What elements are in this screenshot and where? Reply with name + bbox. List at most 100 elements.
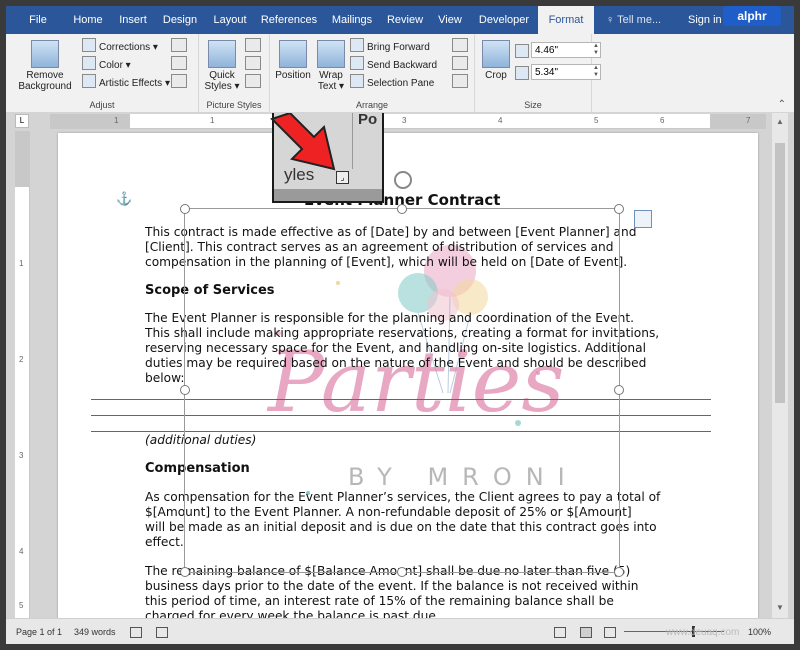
remove-background-icon — [31, 40, 59, 68]
ruler-number: 1 — [210, 116, 215, 125]
tab-format[interactable]: Format — [538, 6, 594, 34]
scroll-up-icon[interactable]: ▲ — [776, 117, 784, 126]
resize-handle[interactable] — [397, 567, 407, 577]
reset-picture-button[interactable] — [171, 74, 190, 90]
height-spinner-icon[interactable]: ▲ ▼ — [593, 43, 599, 57]
group-button[interactable] — [452, 56, 471, 72]
align-button[interactable] — [452, 38, 471, 54]
layout-options-icon[interactable] — [634, 210, 652, 228]
wrap-text-button[interactable]: Wrap Text ▾ — [314, 40, 348, 92]
bring-forward-button[interactable]: Bring Forward — [350, 38, 430, 54]
selection-pane-button[interactable]: Selection Pane — [350, 74, 434, 90]
corrections-button[interactable]: Corrections ▾ — [82, 38, 158, 54]
tab-home[interactable]: Home — [66, 6, 110, 34]
tab-references[interactable]: References — [256, 6, 322, 34]
sign-in-link[interactable]: Sign in — [688, 6, 722, 34]
rotate-icon — [452, 74, 468, 88]
scope-line: below: — [145, 371, 185, 385]
crop-button[interactable]: Crop — [481, 40, 511, 81]
compress-pictures-button[interactable] — [171, 38, 190, 54]
compensation-line: effect. — [145, 535, 184, 549]
read-mode-icon[interactable] — [554, 627, 566, 638]
color-button[interactable]: Color ▾ — [82, 56, 131, 72]
bring-forward-icon — [350, 38, 364, 52]
print-layout-icon[interactable] — [580, 627, 592, 638]
group-icon — [452, 56, 468, 70]
vertical-scrollbar[interactable]: ▲ ▼ — [772, 113, 788, 618]
ruler-number: 3 — [19, 451, 24, 460]
width-icon — [515, 66, 529, 80]
tab-developer[interactable]: Developer — [472, 6, 536, 34]
macro-icon[interactable] — [156, 627, 168, 638]
tab-layout[interactable]: Layout — [206, 6, 254, 34]
resize-handle[interactable] — [614, 567, 624, 577]
artistic-effects-button[interactable]: Artistic Effects ▾ — [82, 74, 170, 90]
compress-icon — [171, 38, 187, 52]
document-page[interactable]: Parties BY MRONI ⚓ Event Planner Contrac… — [58, 133, 758, 618]
remaining-line: charged for every week the balance is pa… — [145, 609, 440, 618]
word-count[interactable]: 349 words — [74, 627, 116, 637]
ruler-number: 1 — [19, 259, 24, 268]
resize-handle[interactable] — [614, 204, 624, 214]
vertical-ruler[interactable]: 1 2 3 4 5 — [15, 131, 30, 618]
rotate-handle-icon[interactable] — [394, 171, 412, 189]
collapse-ribbon-icon[interactable]: ⌃ — [778, 99, 786, 110]
image-selection-frame[interactable] — [184, 208, 620, 573]
ruler-margin-right — [710, 114, 766, 128]
tab-file[interactable]: File — [18, 6, 58, 34]
ruler-number: 5 — [19, 601, 24, 610]
resize-handle[interactable] — [180, 385, 190, 395]
site-watermark: www.deuaq.com — [666, 627, 740, 638]
status-bar: Page 1 of 1 349 words www.deuaq.com 100% — [6, 618, 794, 644]
callout-divider — [352, 113, 353, 169]
corrections-icon — [82, 38, 96, 52]
remove-background-button[interactable]: Remove Background — [12, 40, 78, 92]
tab-selector[interactable]: L — [15, 114, 29, 128]
tab-view[interactable]: View — [430, 6, 470, 34]
anchor-icon: ⚓ — [116, 191, 133, 206]
change-picture-button[interactable] — [171, 56, 190, 72]
tab-mailings[interactable]: Mailings — [324, 6, 380, 34]
align-icon — [452, 38, 468, 52]
resize-handle[interactable] — [614, 385, 624, 395]
adjust-group: Remove Background Corrections ▾ Color ▾ … — [6, 34, 199, 112]
page-count[interactable]: Page 1 of 1 — [16, 627, 62, 637]
ruler-number: 7 — [746, 116, 751, 125]
picture-border-button[interactable] — [245, 38, 264, 54]
selection-pane-icon — [350, 74, 364, 88]
ruler-number: 3 — [402, 116, 407, 125]
callout-bar — [274, 189, 382, 201]
tell-me-search[interactable]: ♀ Tell me... — [606, 6, 661, 34]
horizontal-ruler[interactable]: 1 1 2 3 4 5 6 7 — [50, 114, 766, 129]
document-area: L 1 1 2 3 4 5 6 7 1 2 3 4 5 — [6, 113, 794, 618]
size-label: Size — [524, 100, 542, 110]
tab-review[interactable]: Review — [382, 6, 428, 34]
picture-effects-button[interactable] — [245, 56, 264, 72]
scrollbar-thumb[interactable] — [775, 143, 785, 403]
send-backward-button[interactable]: Send Backward — [350, 56, 437, 72]
picture-styles-group: Quick Styles ▾ Picture Styles — [199, 34, 270, 112]
position-button[interactable]: Position — [274, 40, 312, 81]
quick-styles-button[interactable]: Quick Styles ▾ — [203, 40, 241, 92]
width-input[interactable]: 5.34" ▲ ▼ — [531, 64, 601, 80]
ruler-number: 6 — [660, 116, 665, 125]
web-layout-icon[interactable] — [604, 627, 616, 638]
height-input[interactable]: 4.46" ▲ ▼ — [531, 42, 601, 58]
change-picture-icon — [171, 56, 187, 70]
reset-picture-icon — [171, 74, 187, 88]
resize-handle[interactable] — [180, 204, 190, 214]
tab-design[interactable]: Design — [156, 6, 204, 34]
rotate-button[interactable] — [452, 74, 471, 90]
adjust-label: Adjust — [89, 100, 115, 110]
remaining-line: this period of time, an interest rate of… — [145, 594, 614, 608]
proofing-icon[interactable] — [130, 627, 142, 638]
remaining-line: business days prior to the date of the e… — [145, 579, 639, 593]
width-spinner-icon[interactable]: ▲ ▼ — [593, 65, 599, 79]
scroll-down-icon[interactable]: ▼ — [776, 603, 784, 612]
zoom-level[interactable]: 100% — [748, 627, 771, 637]
tab-insert[interactable]: Insert — [112, 6, 154, 34]
color-icon — [82, 56, 96, 70]
picture-layout-button[interactable] — [245, 74, 264, 90]
resize-handle[interactable] — [397, 204, 407, 214]
resize-handle[interactable] — [180, 567, 190, 577]
